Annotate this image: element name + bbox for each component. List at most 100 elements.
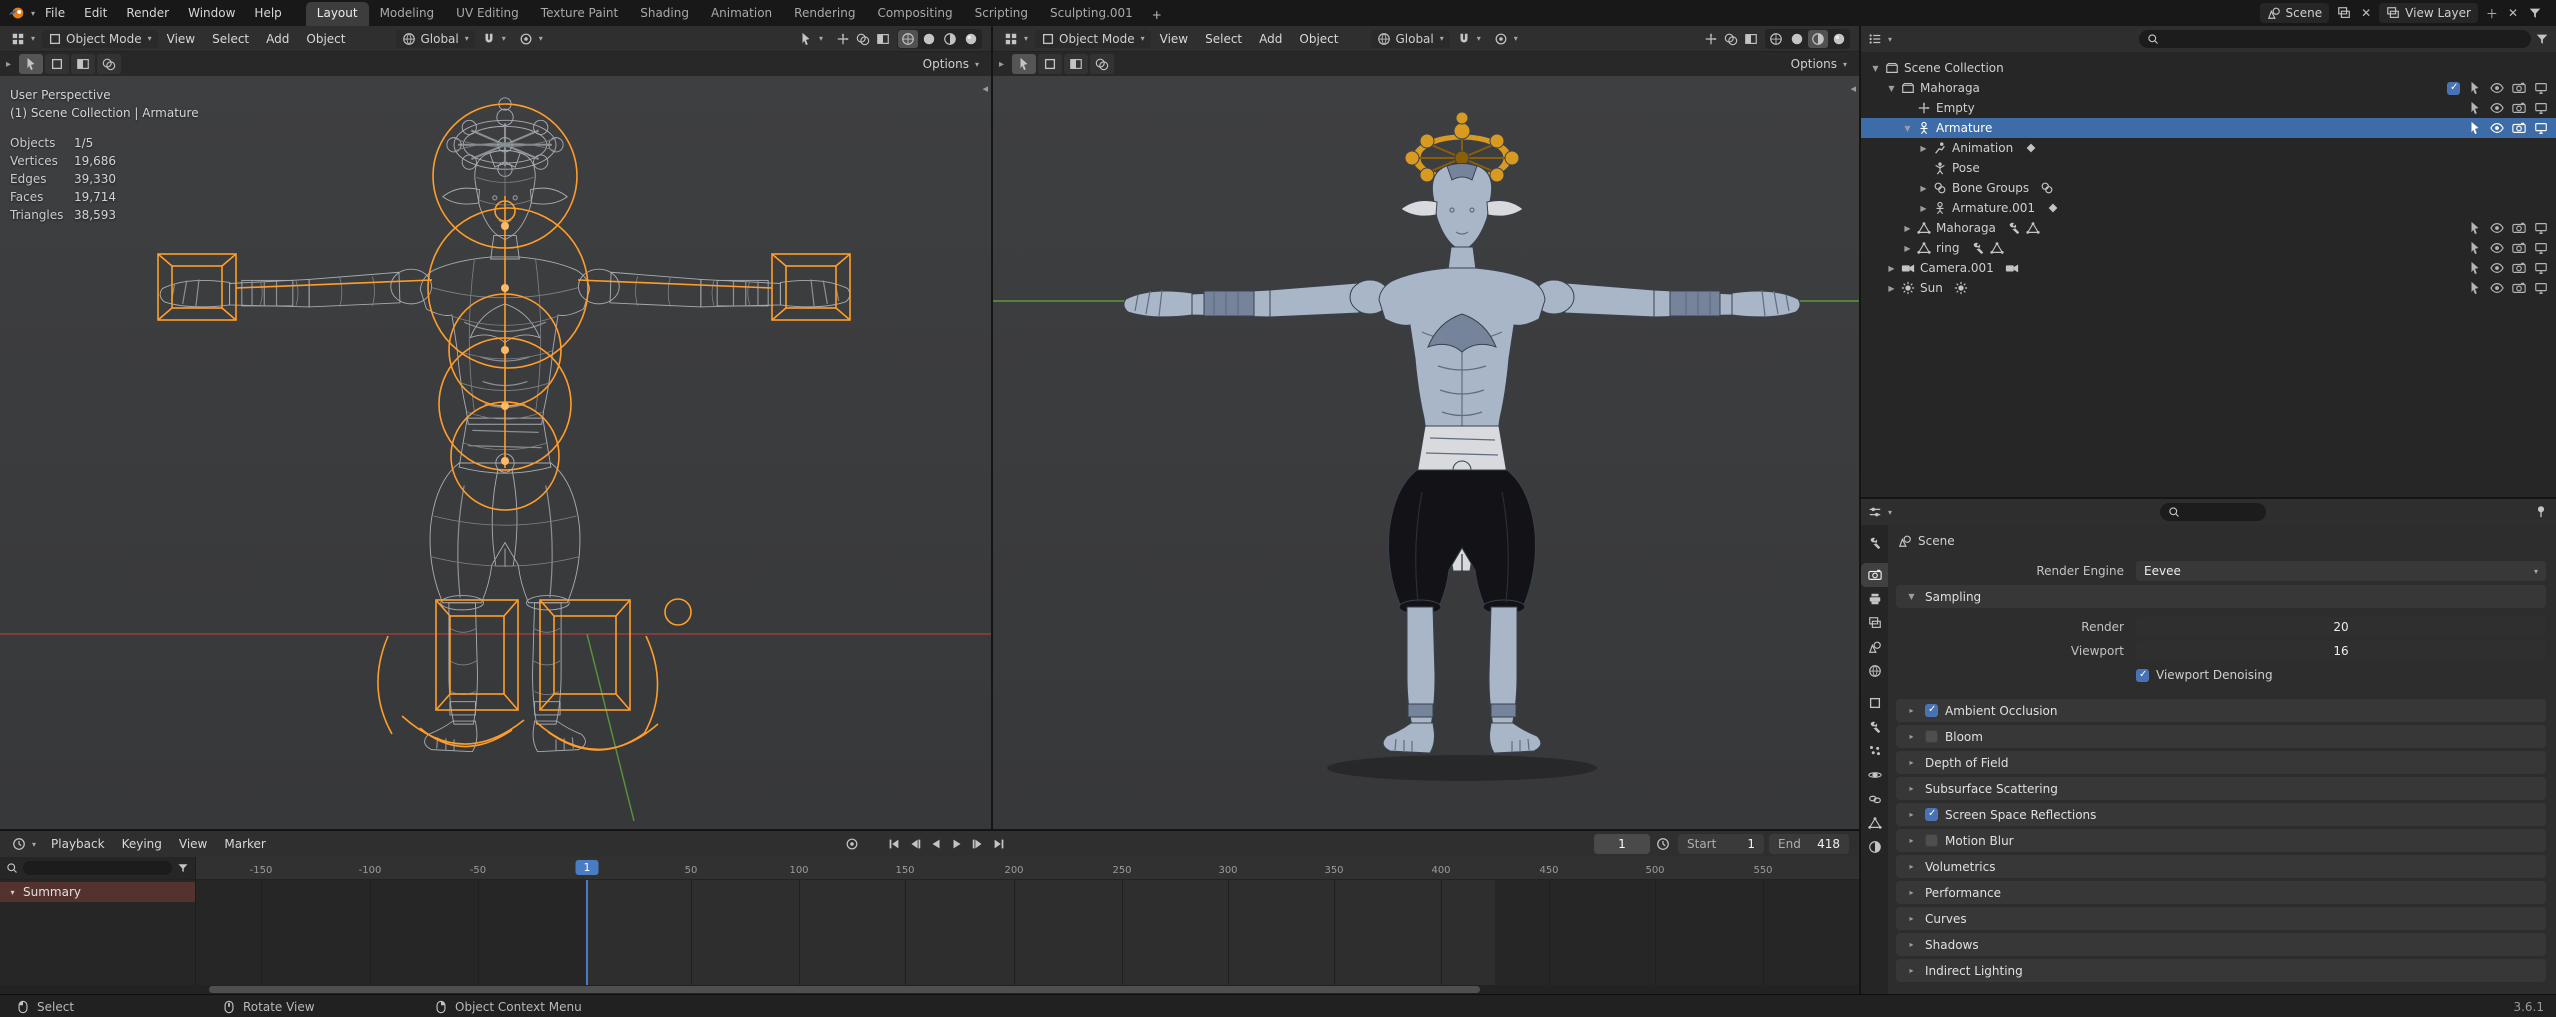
tab-layout[interactable]: Layout — [305, 2, 369, 26]
expander-icon[interactable]: ▼ — [1869, 64, 1882, 73]
selectable-icon[interactable] — [2468, 281, 2482, 295]
section-depth-of-field[interactable]: ▸ Depth of Field — [1896, 751, 2546, 774]
select-tool-dropdown[interactable]: ▾ — [793, 30, 829, 48]
properties-editor-icon[interactable] — [1868, 505, 1882, 519]
render-samples-field[interactable]: 20 — [2136, 617, 2546, 637]
properties-search-input[interactable] — [2160, 503, 2266, 521]
select-invert-button[interactable] — [97, 54, 122, 74]
next-keyframe-button[interactable] — [968, 834, 987, 853]
channel-search-input[interactable] — [23, 861, 172, 875]
shading-material-icon[interactable] — [1808, 29, 1828, 48]
properties-tab-tool[interactable] — [1861, 531, 1888, 555]
select-subtract-button[interactable] — [1064, 54, 1089, 74]
shading-rendered-icon[interactable] — [961, 30, 981, 48]
remove-view-layer-button[interactable]: ✕ — [2506, 4, 2520, 22]
menu-view[interactable]: View — [159, 30, 203, 48]
menu-select[interactable]: Select — [1197, 30, 1250, 48]
scene-selector[interactable]: Scene — [2259, 3, 2330, 23]
properties-tab-modifiers[interactable] — [1861, 715, 1888, 739]
current-frame-field[interactable]: 1 — [1594, 834, 1650, 854]
expander-icon[interactable]: ▾ — [6, 888, 19, 897]
menu-object[interactable]: Object — [1291, 30, 1346, 48]
start-frame-field[interactable]: Start 1 — [1678, 834, 1764, 854]
render-camera-icon[interactable] — [2512, 221, 2526, 235]
tab-modeling[interactable]: Modeling — [369, 2, 446, 26]
xray-toggle-icon[interactable] — [1744, 32, 1758, 46]
motion-blur-checkbox[interactable] — [1925, 834, 1938, 847]
tab-sculpting-001[interactable]: Sculpting.001 — [1039, 2, 1144, 26]
viewport-monitor-icon[interactable] — [2534, 101, 2548, 115]
app-menu-caret[interactable]: ▾ — [31, 9, 35, 18]
select-subtract-button[interactable] — [71, 54, 96, 74]
prev-keyframe-button[interactable] — [905, 834, 924, 853]
show-gizmo-icon[interactable] — [1704, 32, 1718, 46]
pin-icon[interactable] — [2534, 504, 2548, 518]
properties-tab-material[interactable] — [1861, 835, 1888, 859]
outliner-search-input[interactable] — [2139, 30, 2531, 48]
outliner-row-pose[interactable]: Pose — [1861, 158, 2556, 178]
proportional-edit-toggle[interactable]: ▾ — [513, 30, 549, 48]
selectable-icon[interactable] — [2468, 221, 2482, 235]
menu-view[interactable]: View — [1152, 30, 1196, 48]
tab-shading[interactable]: Shading — [629, 2, 700, 26]
viewport-denoising-checkbox[interactable] — [2136, 668, 2149, 682]
end-frame-field[interactable]: End 418 — [1769, 834, 1849, 854]
expander-icon[interactable]: ▶ — [1885, 264, 1898, 273]
properties-tab-object-data[interactable] — [1861, 811, 1888, 835]
hide-eye-icon[interactable] — [2490, 81, 2504, 95]
shading-material-icon[interactable] — [940, 30, 960, 48]
shading-rendered-icon[interactable] — [1829, 30, 1849, 48]
tab-animation[interactable]: Animation — [700, 2, 783, 26]
sidebar-toggle-icon[interactable]: ◂ — [982, 82, 988, 95]
auto-keying-record-button[interactable] — [842, 834, 861, 853]
select-new-button[interactable] — [19, 54, 44, 74]
section-motion-blur[interactable]: ▸ Motion Blur — [1896, 829, 2546, 852]
viewport-samples-field[interactable]: 16 — [2136, 641, 2546, 661]
viewport-monitor-icon[interactable] — [2534, 221, 2548, 235]
outliner-row-armature-selected[interactable]: ▼ Armature — [1861, 118, 2556, 138]
hide-eye-icon[interactable] — [2490, 121, 2504, 135]
tab-scripting[interactable]: Scripting — [964, 2, 1039, 26]
view-layer-selector[interactable]: View Layer — [2379, 3, 2478, 23]
tab-texture-paint[interactable]: Texture Paint — [530, 2, 629, 26]
section-performance[interactable]: ▸ Performance — [1896, 881, 2546, 904]
editor-type-selector[interactable]: ▾ — [998, 30, 1034, 48]
tab-uv-editing[interactable]: UV Editing — [445, 2, 530, 26]
menu-render[interactable]: Render — [117, 0, 178, 26]
timeline-editor-selector[interactable]: ▾ — [6, 835, 42, 853]
toolbar-toggle-icon[interactable]: ▸ — [999, 59, 1004, 70]
render-camera-icon[interactable] — [2512, 121, 2526, 135]
hide-eye-icon[interactable] — [2490, 221, 2504, 235]
xray-toggle-icon[interactable] — [876, 32, 890, 46]
section-shadows[interactable]: ▸ Shadows — [1896, 933, 2546, 956]
mode-selector[interactable]: Object Mode ▾ — [42, 29, 158, 48]
select-extend-button[interactable] — [1038, 54, 1063, 74]
select-new-button[interactable] — [1012, 54, 1037, 74]
tab-rendering[interactable]: Rendering — [783, 2, 866, 26]
properties-tab-world[interactable] — [1861, 659, 1888, 683]
timeline-scrollbar[interactable] — [0, 985, 1859, 994]
snap-toggle[interactable]: ▾ — [476, 30, 512, 48]
jump-to-end-button[interactable] — [989, 834, 1008, 853]
play-reverse-button[interactable] — [926, 834, 945, 853]
section-sampling[interactable]: ▼ Sampling — [1896, 585, 2546, 608]
options-dropdown[interactable]: Options ▾ — [917, 55, 985, 73]
section-bloom[interactable]: ▸ Bloom — [1896, 725, 2546, 748]
properties-tab-render[interactable] — [1861, 563, 1888, 587]
outliner-row-camera[interactable]: ▶ Camera.001 — [1861, 258, 2556, 278]
expander-icon[interactable]: ▶ — [1917, 204, 1930, 213]
playhead[interactable] — [586, 880, 588, 985]
menu-help[interactable]: Help — [245, 0, 290, 26]
properties-tab-scene[interactable] — [1861, 635, 1888, 659]
unlink-scene-button[interactable]: ✕ — [2359, 4, 2373, 22]
ssr-checkbox[interactable] — [1925, 808, 1938, 821]
outliner-row-armature-data[interactable]: ▶ Armature.001 — [1861, 198, 2556, 218]
selectable-icon[interactable] — [2468, 101, 2482, 115]
expander-icon[interactable]: ▶ — [1917, 144, 1930, 153]
render-camera-icon[interactable] — [2512, 81, 2526, 95]
outliner-row-animation[interactable]: ▶ Animation — [1861, 138, 2556, 158]
expander-icon[interactable]: ▶ — [1885, 284, 1898, 293]
playhead-frame-badge[interactable]: 1 — [575, 860, 599, 875]
outliner-row-sun[interactable]: ▶ Sun — [1861, 278, 2556, 298]
hide-eye-icon[interactable] — [2490, 281, 2504, 295]
